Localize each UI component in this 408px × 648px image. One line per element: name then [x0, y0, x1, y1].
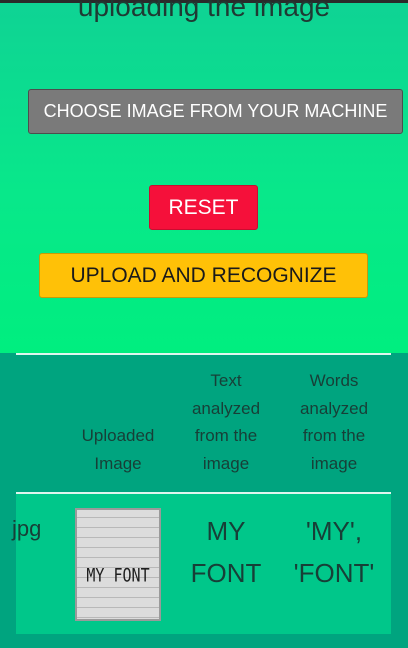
header-line: Text	[210, 371, 242, 390]
analyzed-text-line: FONT	[190, 558, 262, 588]
analyzed-word-line: 'MY',	[305, 516, 363, 546]
table-top-rule	[16, 353, 391, 355]
upload-panel: uploading the image CHOOSE IMAGE FROM YO…	[0, 0, 408, 353]
reset-button[interactable]: RESET	[149, 185, 258, 230]
header-line: Uploaded	[81, 426, 155, 445]
header-text-analyzed: Text analyzed from the image	[178, 367, 274, 477]
header-line: analyzed	[299, 398, 369, 418]
header-line: image	[202, 453, 250, 473]
analyzed-text-cell: MY FONT	[178, 510, 274, 594]
page-heading: uploading the image	[77, 0, 331, 22]
choose-image-button[interactable]: CHOOSE IMAGE FROM YOUR MACHINE	[28, 89, 403, 134]
analyzed-words-cell: 'MY', 'FONT'	[286, 510, 382, 594]
header-line: from the	[194, 426, 258, 445]
header-line: image	[310, 453, 358, 473]
analyzed-text-line: MY	[206, 516, 246, 546]
header-line: Words	[309, 371, 359, 390]
header-uploaded-image: Uploaded Image	[72, 422, 164, 477]
header-line: from the	[302, 426, 366, 445]
uploaded-image-thumbnail: MY FONT	[75, 508, 161, 621]
filename-cell: jpg	[12, 516, 42, 541]
header-line: analyzed	[191, 398, 261, 418]
header-line: Image	[94, 453, 142, 473]
app-page: uploading the image CHOOSE IMAGE FROM YO…	[0, 0, 408, 648]
thumbnail-handwriting: MY FONT	[86, 563, 150, 587]
header-words-analyzed: Words analyzed from the image	[286, 367, 382, 477]
analyzed-word-line: 'FONT'	[293, 558, 375, 588]
results-table: Uploaded Image Text analyzed from the im…	[0, 353, 408, 648]
upload-and-recognize-button[interactable]: UPLOAD AND RECOGNIZE	[39, 253, 368, 298]
